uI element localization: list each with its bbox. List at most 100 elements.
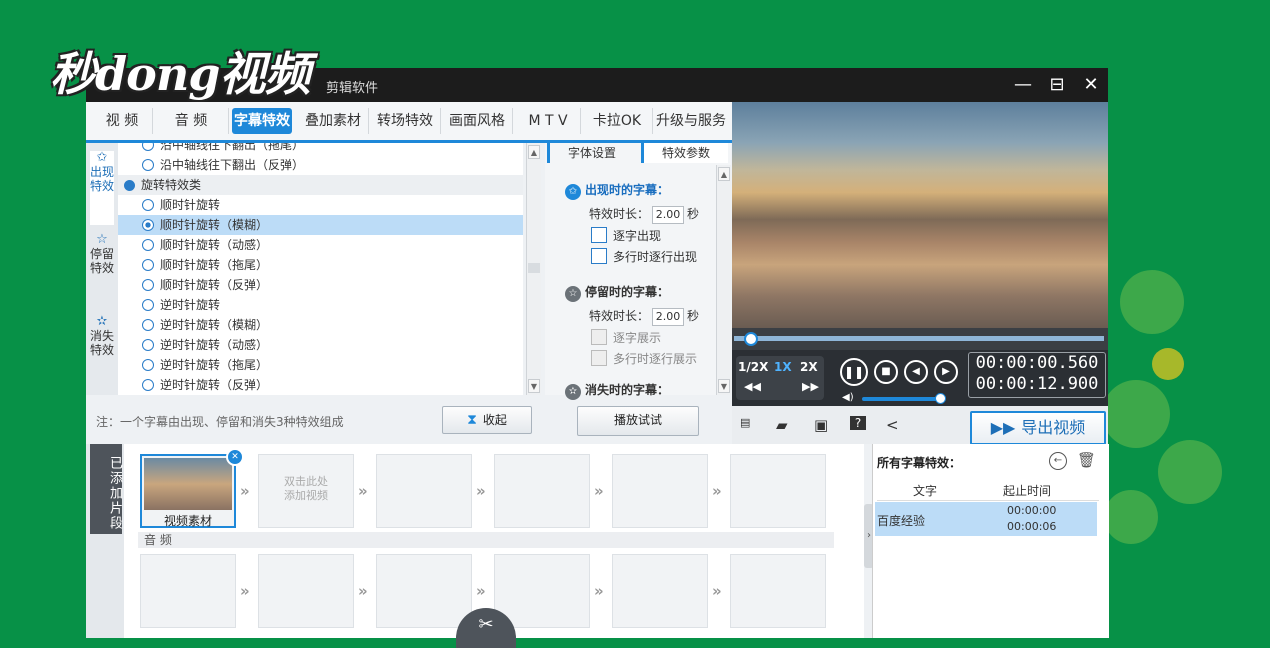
tab-overlay[interactable]: 叠加素材 (298, 108, 369, 134)
scroll-up-icon[interactable]: ▲ (718, 167, 730, 181)
empty-audio-slot[interactable] (376, 554, 472, 628)
new-icon[interactable]: ▤ (740, 416, 750, 429)
empty-clip-slot[interactable] (730, 454, 826, 528)
row-end: 00:00:06 (1007, 520, 1057, 533)
empty-clip-slot[interactable] (494, 454, 590, 528)
hourglass-icon: ⧗ (467, 412, 477, 428)
back-icon[interactable]: ← (1049, 452, 1067, 470)
tab-style[interactable]: 画面风格 (442, 108, 513, 134)
maximize-icon[interactable]: ⊟ (1044, 72, 1070, 98)
trash-icon[interactable]: 🗑 (1077, 451, 1096, 469)
speed-1x[interactable]: 1X (774, 360, 792, 374)
tab-video[interactable]: 视 频 (92, 108, 153, 134)
appear-line-checkbox[interactable] (591, 248, 607, 264)
export-video-button[interactable]: ▶▶ 导出视频 (970, 411, 1106, 445)
category-appear[interactable]: ✩ 出现特效 (90, 151, 114, 225)
video-clip[interactable]: 视频素材 ✕ (140, 448, 244, 528)
stay-line-checkbox[interactable] (591, 350, 607, 366)
appear-section-title: ✩ 出现时的字幕： (565, 181, 669, 200)
empty-clip-slot[interactable]: 双击此处 添加视频 (258, 454, 354, 528)
scroll-down-icon[interactable]: ▼ (718, 379, 730, 393)
volume-icon[interactable]: ◀) (842, 392, 854, 403)
category-disappear[interactable]: ✫ 消失特效 (90, 315, 114, 389)
seek-bar[interactable] (732, 328, 1108, 350)
tab-font-settings[interactable]: 字体设置 (547, 143, 634, 163)
stay-char-checkbox[interactable] (591, 329, 607, 345)
help-icon[interactable]: ? (850, 416, 866, 430)
list-item[interactable]: 逆时针旋转（拖尾） (118, 355, 523, 375)
tab-upgrade[interactable]: 升级与服务 (654, 108, 728, 134)
speed-2x[interactable]: 2X (800, 360, 818, 374)
list-item[interactable]: 逆时针旋转 (118, 295, 523, 315)
volume-slider[interactable] (862, 397, 942, 401)
list-item-label: 逆时针旋转（动感） (160, 338, 269, 352)
table-row[interactable]: 百度经验 00:00:00 00:00:06 (875, 502, 1097, 536)
seek-handle[interactable] (744, 332, 758, 346)
collapse-button[interactable]: ⧗ 收起 (442, 406, 532, 434)
empty-audio-slot[interactable] (258, 554, 354, 628)
appear-duration-input[interactable]: 2.00 (652, 206, 685, 224)
radio-icon (142, 359, 154, 371)
category-stay[interactable]: ☆ 停留特效 (90, 233, 114, 307)
save-icon[interactable]: ▣ (814, 416, 828, 434)
empty-audio-slot[interactable] (730, 554, 826, 628)
scroll-thumb[interactable] (528, 263, 540, 273)
arrow-icon: » (358, 582, 368, 600)
speed-half[interactable]: 1/2X (738, 360, 768, 374)
collapse-icon (124, 180, 135, 191)
radio-icon (142, 299, 154, 311)
list-item[interactable]: 顺时针旋转（反弹） (118, 275, 523, 295)
arrow-icon: » (594, 582, 604, 600)
subtitle-list-panel: 所有字幕特效： ← 🗑 文字 起止时间 百度经验 00:00:00 00:00:… (872, 444, 1109, 638)
open-folder-icon[interactable]: ▰ (776, 416, 788, 434)
list-item[interactable]: 逆时针旋转（反弹） (118, 375, 523, 395)
list-item-selected[interactable]: 顺时针旋转（模糊） (118, 215, 523, 235)
scroll-down-icon[interactable]: ▼ (528, 379, 540, 393)
main-tabs: 视 频 音 频 字幕特效 叠加素材 转场特效 画面风格 M T V 卡拉OK 升… (86, 102, 732, 143)
stop-icon[interactable]: ■ (874, 360, 898, 384)
radio-icon (142, 159, 154, 171)
list-item[interactable]: 顺时针旋转（拖尾） (118, 255, 523, 275)
list-item[interactable]: 顺时针旋转 (118, 195, 523, 215)
list-category[interactable]: 旋转特效类 (118, 175, 523, 195)
rewind-icon[interactable]: ◀◀ (744, 380, 761, 393)
fast-forward-icon[interactable]: ▶▶ (802, 380, 819, 393)
empty-clip-slot[interactable] (376, 454, 472, 528)
remove-clip-icon[interactable]: ✕ (226, 448, 244, 466)
tab-transition[interactable]: 转场特效 (370, 108, 441, 134)
list-item[interactable]: 逆时针旋转（动感） (118, 335, 523, 355)
video-preview (732, 102, 1108, 328)
list-item[interactable]: 顺时针旋转（动感） (118, 235, 523, 255)
tab-audio[interactable]: 音 频 (154, 108, 229, 134)
empty-audio-slot[interactable] (612, 554, 708, 628)
volume-handle[interactable] (935, 393, 946, 404)
tab-karaoke[interactable]: 卡拉OK (582, 108, 653, 134)
play-test-button[interactable]: 播放试试 (577, 406, 699, 436)
effect-list-scrollbar[interactable]: ▲ ▼ (526, 143, 541, 395)
list-item-label: 逆时针旋转 (160, 298, 221, 312)
tab-subtitle-effects[interactable]: 字幕特效 (232, 108, 292, 134)
duration-label: 特效时长： (589, 207, 650, 221)
list-item-label: 逆时针旋转（模糊） (160, 318, 269, 332)
stay-duration-input[interactable]: 2.00 (652, 308, 685, 326)
list-item[interactable]: 沿中轴线往下翻出（拖尾） (118, 143, 523, 155)
close-icon[interactable]: ✕ (1078, 72, 1104, 98)
appear-char-label: 逐字出现 (613, 229, 662, 243)
next-frame-icon[interactable]: ▶ (934, 360, 958, 384)
prev-frame-icon[interactable]: ◀ (904, 360, 928, 384)
list-item[interactable]: 沿中轴线往下翻出（反弹） (118, 155, 523, 175)
empty-audio-slot[interactable] (494, 554, 590, 628)
share-icon[interactable]: < (886, 416, 899, 434)
tab-effect-params[interactable]: 特效参数 (641, 143, 728, 163)
list-item[interactable]: 逆时针旋转（模糊） (118, 315, 523, 335)
tab-mtv[interactable]: M T V (516, 108, 581, 134)
appear-char-checkbox[interactable] (591, 227, 607, 243)
empty-clip-slot[interactable] (612, 454, 708, 528)
params-scrollbar[interactable]: ▲ ▼ (716, 165, 731, 395)
empty-audio-slot[interactable] (140, 554, 236, 628)
scroll-up-icon[interactable]: ▲ (528, 145, 540, 159)
minimize-icon[interactable]: — (1010, 72, 1036, 98)
pause-icon[interactable]: ❚❚ (840, 358, 868, 386)
effect-params-panel: 字体设置 特效参数 ✩ 出现时的字幕： 特效时长： 2.00 秒 逐字出现 多行时逐行… (545, 143, 731, 400)
added-clips-tab[interactable]: 已添加片段 (90, 444, 122, 534)
